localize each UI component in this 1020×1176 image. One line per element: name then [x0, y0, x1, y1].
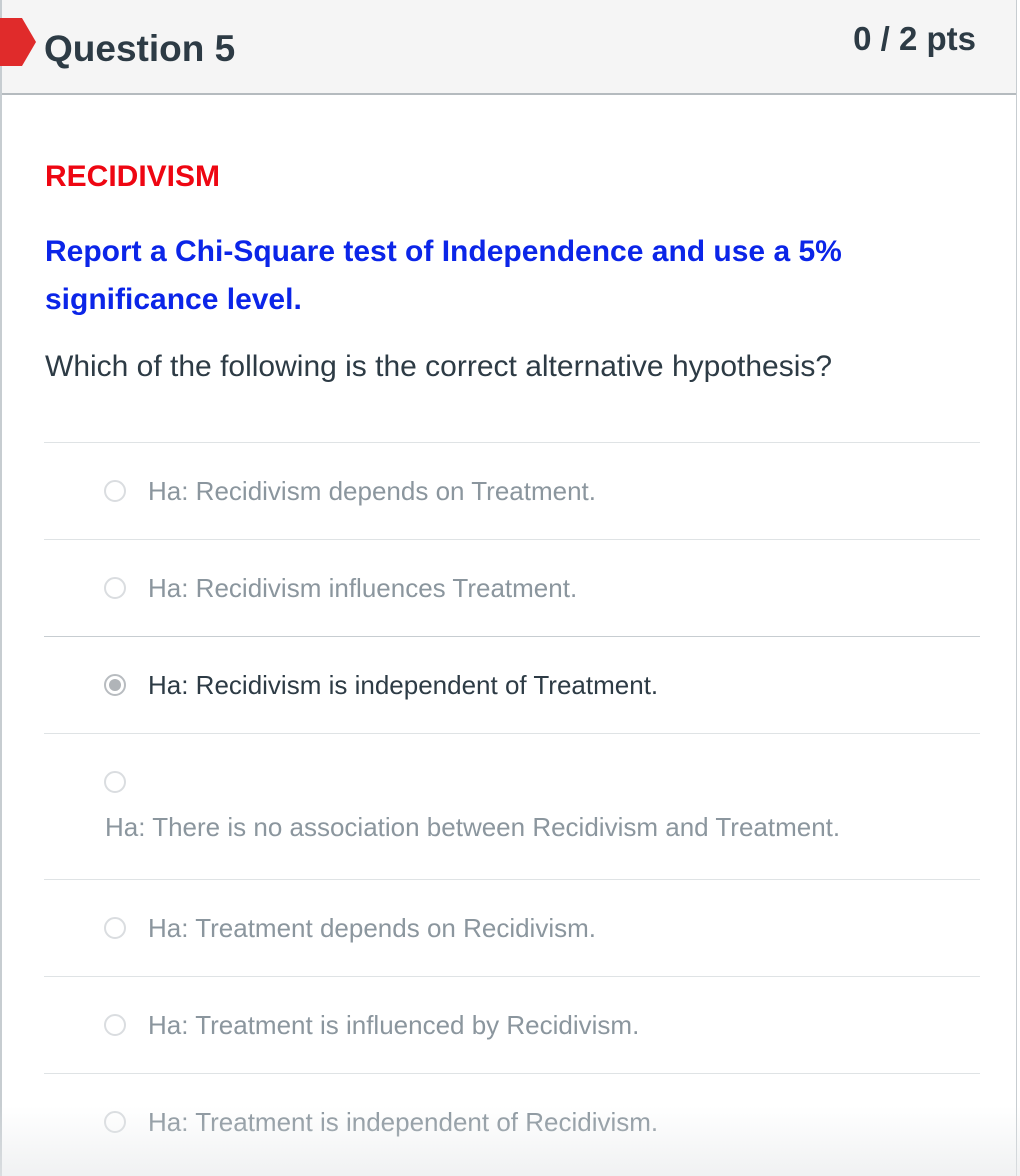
radio-button[interactable]: [104, 577, 126, 599]
question-points: 0 / 2 pts: [853, 20, 976, 57]
radio-button-checked[interactable]: [104, 674, 126, 696]
radio-button[interactable]: [104, 771, 126, 793]
answer-label[interactable]: Ha: Recidivism depends on Treatment.: [148, 476, 596, 507]
question-header: Question 5 0 / 2 pts: [0, 0, 1016, 95]
answer-label[interactable]: Ha: Recidivism influences Treatment.: [148, 573, 577, 604]
answer-option[interactable]: Ha: There is no association between Reci…: [44, 734, 980, 880]
answer-list: Ha: Recidivism depends on Treatment. Ha:…: [44, 442, 980, 1171]
flag-icon[interactable]: [0, 18, 36, 66]
answer-label[interactable]: Ha: There is no association between Reci…: [105, 812, 840, 843]
answer-option[interactable]: Ha: Treatment depends on Recidivism.: [44, 880, 980, 977]
question-prompt: Which of the following is the correct al…: [45, 350, 833, 383]
question-card: Question 5 0 / 2 pts RECIDIVISM Report a…: [0, 0, 1017, 1176]
radio-button[interactable]: [104, 1014, 126, 1036]
radio-button[interactable]: [104, 480, 126, 502]
answer-option[interactable]: Ha: Treatment is independent of Recidivi…: [44, 1074, 980, 1171]
topic-heading: RECIDIVISM: [45, 160, 221, 193]
instruction-text: Report a Chi-Square test of Independence…: [45, 235, 842, 316]
radio-button[interactable]: [104, 1111, 126, 1133]
answer-option-selected[interactable]: Ha: Recidivism is independent of Treatme…: [44, 636, 980, 734]
answer-label[interactable]: Ha: Recidivism is independent of Treatme…: [148, 670, 658, 701]
answer-label[interactable]: Ha: Treatment depends on Recidivism.: [148, 913, 596, 944]
answer-label[interactable]: Ha: Treatment is independent of Recidivi…: [148, 1107, 658, 1138]
answer-option[interactable]: Ha: Treatment is influenced by Recidivis…: [44, 977, 980, 1074]
answer-option[interactable]: Ha: Recidivism influences Treatment.: [44, 540, 980, 637]
answer-option[interactable]: Ha: Recidivism depends on Treatment.: [44, 443, 980, 540]
question-title: Question 5: [44, 28, 236, 69]
radio-button[interactable]: [104, 917, 126, 939]
answer-label[interactable]: Ha: Treatment is influenced by Recidivis…: [148, 1010, 639, 1041]
